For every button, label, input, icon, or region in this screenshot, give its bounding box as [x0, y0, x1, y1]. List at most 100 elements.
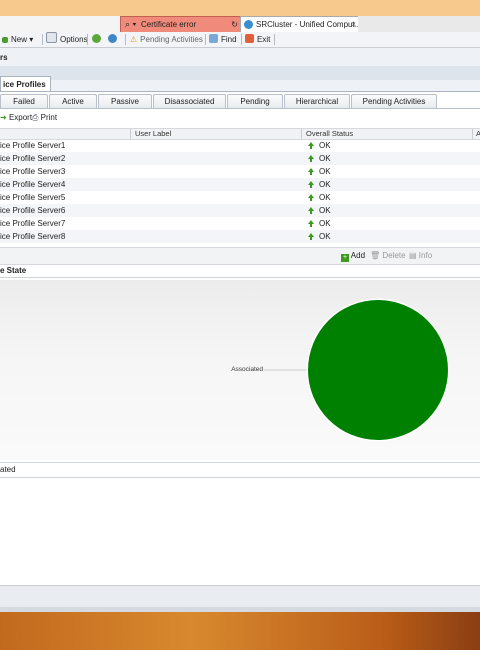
search-icon: ⌕ ▾ — [125, 19, 137, 29]
back-button[interactable] — [92, 32, 104, 47]
row-name: ice Profile Server5 — [0, 193, 66, 202]
add-button[interactable]: + Add — [341, 248, 365, 264]
subtab-failed[interactable]: Failed — [0, 94, 48, 109]
row-status: OK — [308, 230, 331, 243]
warning-icon: ⚠ — [130, 35, 138, 44]
forward-circle-icon — [108, 34, 117, 43]
row-status: OK — [308, 204, 331, 217]
find-label: Find — [221, 35, 237, 44]
toolbar-divider — [42, 34, 43, 45]
find-button[interactable]: Find — [209, 32, 237, 47]
column-divider[interactable] — [472, 129, 473, 139]
row-name: ice Profile Server8 — [0, 232, 66, 241]
pie-chart: Associated — [231, 298, 450, 442]
subtab-hierarchical[interactable]: Hierarchical — [284, 94, 350, 109]
status-text: OK — [319, 206, 331, 215]
status-text: OK — [319, 232, 331, 241]
print-button[interactable]: ⎙ Print — [32, 110, 57, 126]
ok-arrow-icon — [308, 233, 314, 240]
table-row[interactable]: ice Profile Server4 OK — [0, 178, 480, 191]
exit-icon — [245, 34, 254, 43]
table-row[interactable]: ice Profile Server2 OK — [0, 152, 480, 165]
toolbar-divider — [205, 34, 206, 45]
browser-tab-title: SRCluster - Unified Comput... — [256, 20, 362, 29]
column-header-a[interactable]: A — [476, 129, 480, 139]
row-name: ice Profile Server4 — [0, 180, 66, 189]
certificate-error-label: Certificate error — [141, 20, 197, 29]
table-row[interactable]: ice Profile Server6 OK — [0, 204, 480, 217]
app-toolbar: New ▾ Options ⚠ Pending Activities Find E… — [0, 32, 480, 48]
toolbar-divider — [87, 34, 88, 45]
table-row[interactable]: ice Profile Server8 OK — [0, 230, 480, 243]
pending-activities-label: Pending Activities — [140, 35, 203, 44]
browser-tab-strip — [358, 16, 480, 32]
new-label: New ▾ — [11, 35, 34, 44]
status-text: OK — [319, 167, 331, 176]
column-header-overall-status[interactable]: Overall Status — [306, 129, 353, 139]
subtab-passive[interactable]: Passive — [98, 94, 152, 109]
delete-button[interactable]: 🗑 Delete — [370, 248, 406, 264]
column-divider[interactable] — [130, 129, 131, 139]
subtab-divider — [0, 108, 480, 109]
tab-header-band — [0, 66, 480, 80]
binoculars-icon — [209, 34, 218, 43]
exit-button[interactable]: Exit — [245, 32, 270, 47]
row-status: OK — [308, 217, 331, 230]
status-text: OK — [319, 219, 331, 228]
print-label: Print — [40, 113, 58, 122]
forward-button[interactable] — [108, 32, 120, 47]
status-text: OK — [319, 193, 331, 202]
new-button[interactable]: New ▾ — [2, 32, 33, 47]
breadcrumb: rs — [0, 53, 8, 62]
subtab-pending[interactable]: Pending — [227, 94, 283, 109]
back-circle-icon — [92, 34, 101, 43]
pie-slice-label: Associated — [231, 366, 263, 373]
subtab-pending-activities[interactable]: Pending Activities — [351, 94, 437, 109]
column-header-user-label[interactable]: User Label — [135, 129, 171, 139]
subtab-active[interactable]: Active — [49, 94, 97, 109]
printer-icon: ⎙ — [32, 113, 39, 122]
row-status: OK — [308, 139, 331, 152]
toolbar-divider — [241, 34, 242, 45]
export-button[interactable]: ➜ Export — [0, 110, 32, 126]
table-row[interactable]: ice Profile Server7 OK — [0, 217, 480, 230]
toolbar-divider — [125, 34, 126, 45]
bottom-section-title: ated — [0, 462, 480, 478]
ok-arrow-icon — [308, 155, 314, 162]
ok-arrow-icon — [308, 181, 314, 188]
table-row[interactable]: ice Profile Server3 OK — [0, 165, 480, 178]
browser-tab[interactable]: SRCluster - Unified Comput... × — [240, 16, 362, 32]
refresh-icon[interactable]: ↻ — [231, 17, 238, 32]
certificate-error-indicator[interactable]: ⌕ ▾ Certificate error ↻ — [120, 16, 242, 33]
table-row[interactable]: ice Profile Server1 OK — [0, 139, 480, 152]
exit-label: Exit — [257, 35, 271, 44]
subtab-disassociated[interactable]: Disassociated — [153, 94, 226, 109]
table-button-bar: + Add 🗑 Delete ▤ Info — [0, 247, 480, 265]
close-tab-icon[interactable]: × — [351, 17, 356, 32]
row-name: ice Profile Server6 — [0, 206, 66, 215]
info-button[interactable]: ▤ Info — [409, 248, 432, 264]
row-name: ice Profile Server2 — [0, 154, 66, 163]
tab-service-profiles[interactable]: ice Profiles — [0, 76, 51, 91]
desktop-background — [0, 612, 480, 650]
column-divider[interactable] — [301, 129, 302, 139]
row-status: OK — [308, 152, 331, 165]
table-actions: ➜ Export ⎙ Print — [0, 110, 480, 126]
row-status: OK — [308, 191, 331, 204]
status-text: OK — [319, 154, 331, 163]
status-text: OK — [319, 141, 331, 150]
trash-icon: 🗑 — [370, 251, 381, 260]
pending-activities-button[interactable]: ⚠ Pending Activities — [130, 32, 203, 47]
ok-arrow-icon — [308, 220, 314, 227]
row-status: OK — [308, 165, 331, 178]
plus-icon: + — [341, 254, 349, 262]
options-icon — [46, 32, 57, 43]
export-icon: ➜ — [0, 113, 7, 122]
pie-section-title: e State — [0, 264, 480, 278]
pie-slice-associated[interactable] — [308, 300, 448, 440]
options-button[interactable]: Options — [46, 32, 88, 47]
table-row[interactable]: ice Profile Server5 OK — [0, 191, 480, 204]
browser-page-icon — [244, 20, 253, 29]
ok-arrow-icon — [308, 142, 314, 149]
row-name: ice Profile Server3 — [0, 167, 66, 176]
